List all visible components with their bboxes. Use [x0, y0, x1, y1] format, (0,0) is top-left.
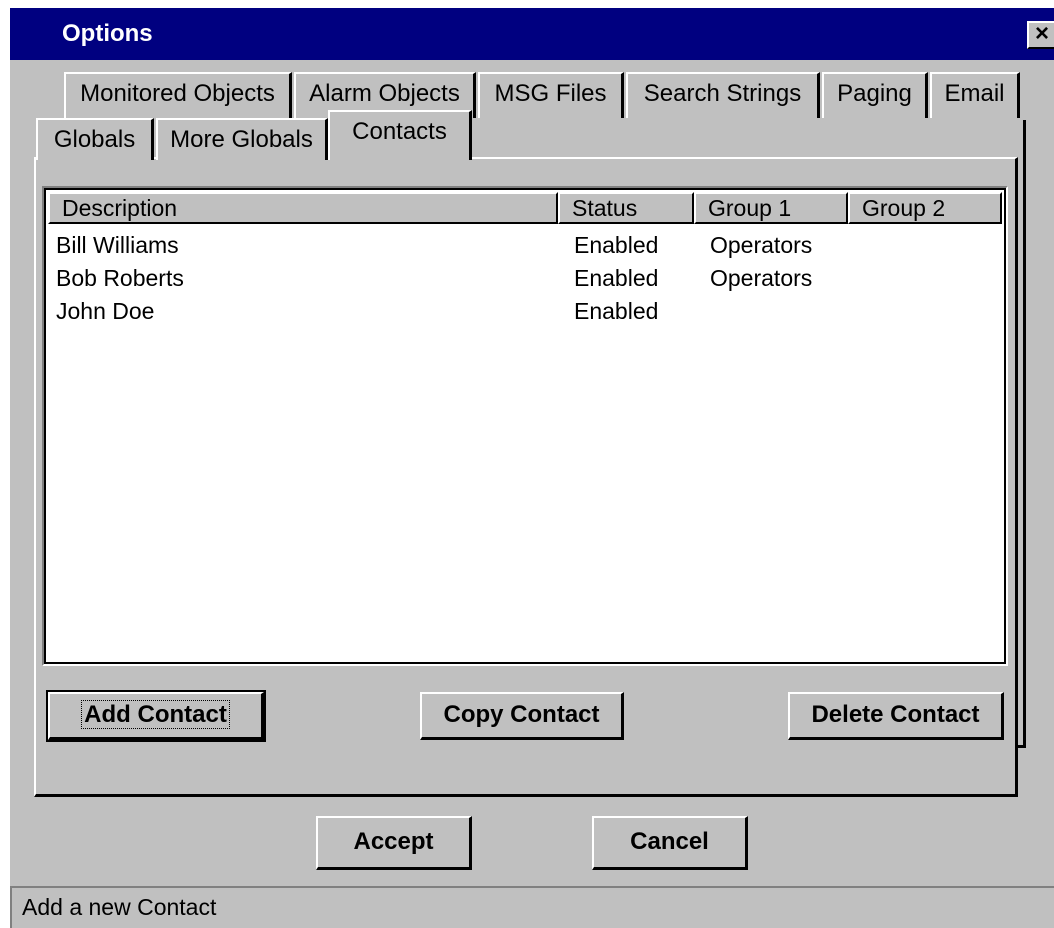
delete-contact-button[interactable]: Delete Contact: [788, 692, 1004, 740]
row-description: Bill Williams: [56, 232, 179, 258]
status-bar: Add a new Contact: [10, 886, 1054, 928]
copy-contact-button[interactable]: Copy Contact: [420, 692, 624, 740]
cancel-button[interactable]: Cancel: [592, 816, 748, 870]
column-header-description[interactable]: Description: [48, 192, 558, 224]
row-status: Enabled: [574, 298, 659, 324]
tab-search-strings[interactable]: Search Strings: [626, 72, 820, 118]
close-icon[interactable]: ×: [1027, 21, 1054, 49]
row-group-1: Operators: [710, 265, 813, 291]
contacts-list[interactable]: Description Status Group 1 Group 2 Bill …: [42, 186, 1008, 666]
accept-button[interactable]: Accept: [316, 816, 472, 870]
window-edge-left: [0, 0, 10, 928]
active-tab-joint: [330, 157, 468, 161]
tab-more-globals[interactable]: More Globals: [156, 118, 328, 160]
column-header-status[interactable]: Status: [558, 192, 694, 224]
row-description: John Doe: [56, 298, 155, 324]
row-group-1: Operators: [710, 232, 813, 258]
tab-paging[interactable]: Paging: [822, 72, 928, 118]
tab-monitored-objects[interactable]: Monitored Objects: [64, 72, 292, 118]
tab-msg-files[interactable]: MSG Files: [478, 72, 624, 118]
add-contact-button[interactable]: Add Contact: [46, 690, 266, 742]
window-edge-top: [0, 0, 1054, 8]
add-contact-label: Add Contact: [81, 700, 230, 729]
tab-contacts[interactable]: Contacts: [328, 110, 472, 160]
row-status: Enabled: [574, 232, 659, 258]
options-dialog: Options × Monitored Objects Alarm Object…: [0, 0, 1054, 928]
tab-globals[interactable]: Globals: [36, 118, 154, 160]
row-status: Enabled: [574, 265, 659, 291]
title-bar[interactable]: Options ×: [10, 8, 1054, 60]
column-header-group-1[interactable]: Group 1: [694, 192, 848, 224]
column-header-group-2[interactable]: Group 2: [848, 192, 1002, 224]
row-description: Bob Roberts: [56, 265, 184, 291]
tab-email[interactable]: Email: [930, 72, 1020, 118]
window-title: Options: [62, 20, 153, 47]
